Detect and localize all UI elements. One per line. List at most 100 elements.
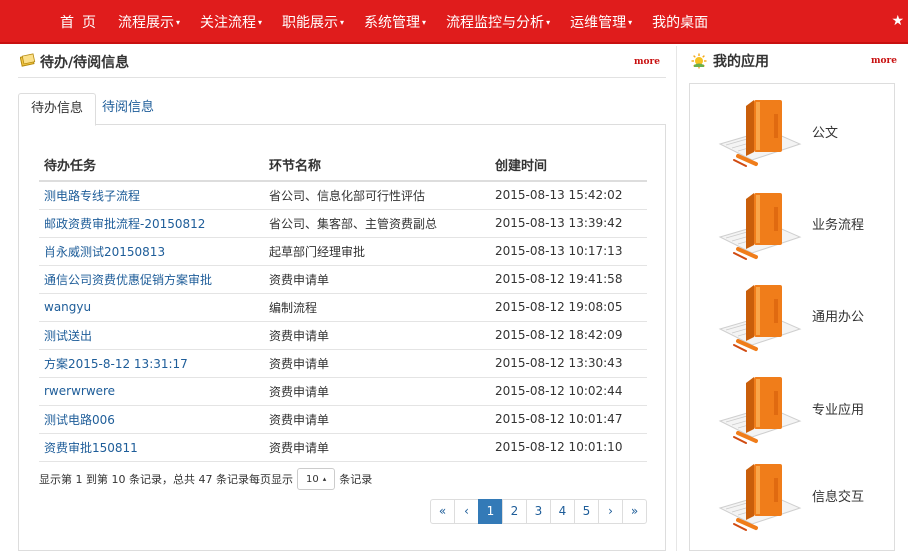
time-cell: 2015-08-12 19:08:05 xyxy=(490,293,647,322)
app-label[interactable]: 通用办公 xyxy=(812,306,864,325)
task-link[interactable]: 肖永威测试20150813 xyxy=(44,245,165,259)
nav-item-0[interactable]: 首页 xyxy=(50,12,104,32)
time-cell: 2015-08-12 10:01:10 xyxy=(490,433,647,462)
page-button-5[interactable]: 4 xyxy=(550,499,575,524)
page-button-0[interactable]: « xyxy=(430,499,455,524)
task-link[interactable]: rwerwrwere xyxy=(44,384,115,398)
task-cell: rwerwrwere xyxy=(39,377,264,406)
task-link[interactable]: wangyu xyxy=(44,300,91,314)
node-cell: 资费申请单 xyxy=(264,405,490,434)
nav-item-1[interactable]: 流程展示 ▾ xyxy=(118,12,180,32)
nav-item-2[interactable]: 关注流程 ▾ xyxy=(200,12,262,32)
tab-toread[interactable]: 待阅信息 xyxy=(90,93,166,125)
time-cell: 2015-08-13 13:39:42 xyxy=(490,209,647,238)
caret-down-icon: ▾ xyxy=(546,17,551,27)
tab-todo[interactable]: 待办信息 xyxy=(18,93,97,126)
nav-item-label: 运维管理 xyxy=(570,15,627,31)
task-cell: 测电路专线子流程 xyxy=(39,181,264,210)
todo-more-link[interactable]: more xyxy=(634,57,660,67)
apps-panel-title: 我的应用 xyxy=(713,54,769,70)
app-item-4[interactable] xyxy=(690,452,896,544)
caret-down-icon: ▾ xyxy=(340,17,345,27)
node-cell: 起草部门经理审批 xyxy=(264,237,490,266)
task-link[interactable]: 邮政资费审批流程-20150812 xyxy=(44,217,205,231)
page-size-select[interactable]: 10 ▴ xyxy=(296,468,336,490)
caret-up-icon: ▴ xyxy=(322,475,327,483)
nav-item-label: 系统管理 xyxy=(364,15,421,31)
time-cell: 2015-08-12 19:41:58 xyxy=(490,265,647,294)
notebook-icon xyxy=(20,53,36,67)
nav-item-label: 首页 xyxy=(60,15,104,31)
nav-item-label: 流程监控与分析 xyxy=(446,15,545,31)
todo-panel: 待办/待阅信息 more 待办信息 待阅信息 待办任务 环节名称 创建时间 测电… xyxy=(18,46,666,551)
task-cell: 通信公司资费优惠促销方案审批 xyxy=(39,265,264,294)
nav-item-3[interactable]: 职能展示 ▾ xyxy=(282,12,344,32)
page-button-4[interactable]: 3 xyxy=(526,499,551,524)
app-item-2[interactable] xyxy=(690,273,896,365)
app-item-3[interactable] xyxy=(690,365,896,457)
time-cell: 2015-08-12 18:42:09 xyxy=(490,321,647,350)
time-cell: 2015-08-12 10:02:44 xyxy=(490,377,647,406)
star-icon[interactable]: ★ xyxy=(891,13,904,29)
column-header-task[interactable]: 待办任务 xyxy=(39,149,264,182)
table-row: wangyu 编制流程 2015-08-12 19:08:05 xyxy=(39,293,647,322)
task-link[interactable]: 资费审批150811 xyxy=(44,441,138,455)
app-label[interactable]: 业务流程 xyxy=(812,214,864,233)
apps-panel-header: 我的应用 more xyxy=(677,46,908,78)
nav-item-6[interactable]: 运维管理 ▾ xyxy=(570,12,632,32)
top-nav: 首页 流程展示 ▾ 关注流程 ▾ 职能展示 ▾ 系统管理 ▾ 流程监控与分析 ▾ 运维管理 ▾ 我的桌面 … xyxy=(0,0,908,44)
book-icon xyxy=(718,464,802,531)
time-cell: 2015-08-12 13:30:43 xyxy=(490,349,647,378)
page-button-8[interactable]: » xyxy=(622,499,647,524)
nav-item-5[interactable]: 流程监控与分析 ▾ xyxy=(446,12,550,32)
apps-list: 公文业务流程通用办公专业应用信息交互 xyxy=(689,83,895,551)
time-cell: 2015-08-12 10:01:47 xyxy=(490,405,647,434)
table-row: 测电路专线子流程 省公司、信息化部可行性评估 2015-08-13 15:42:02 xyxy=(39,181,647,210)
caret-down-icon: ▾ xyxy=(176,17,181,27)
apps-panel: 我的应用 more 公文业务流程通用办公专业应用信息交互 xyxy=(676,46,908,551)
task-cell: 测试电路006 xyxy=(39,405,264,434)
task-cell: 肖永威测试20150813 xyxy=(39,237,264,266)
app-label[interactable]: 信息交互 xyxy=(812,486,864,505)
book-icon xyxy=(718,285,802,352)
todo-panel-header: 待办/待阅信息 more xyxy=(18,46,666,78)
nav-item-4[interactable]: 系统管理 ▾ xyxy=(364,12,426,32)
nav-item-7[interactable]: 我的桌面 xyxy=(652,12,708,32)
table-row: 肖永威测试20150813 起草部门经理审批 2015-08-13 10:17:13 xyxy=(39,237,647,266)
pagination: «‹ 1 2 3 4 5 ›» xyxy=(430,499,647,524)
column-header-node[interactable]: 环节名称 xyxy=(264,149,490,182)
node-cell: 省公司、集客部、主管资费副总 xyxy=(264,209,490,238)
task-link[interactable]: 测电路专线子流程 xyxy=(44,189,140,203)
node-cell: 资费申请单 xyxy=(264,377,490,406)
app-item-1[interactable] xyxy=(690,181,896,273)
table-header-row: 待办任务 环节名称 创建时间 xyxy=(39,149,647,182)
time-cell: 2015-08-13 10:17:13 xyxy=(490,237,647,266)
task-link[interactable]: 通信公司资费优惠促销方案审批 xyxy=(44,273,212,287)
app-item-0[interactable] xyxy=(690,88,896,180)
page-button-2[interactable]: 1 xyxy=(478,499,503,524)
todo-table: 待办任务 环节名称 创建时间 测电路专线子流程 省公司、信息化部可行性评估 2015… xyxy=(39,149,647,462)
task-link[interactable]: 方案2015-8-12 13:31:17 xyxy=(44,357,188,371)
table-row: 测试电路006 资费申请单 2015-08-12 10:01:47 xyxy=(39,405,647,434)
page-button-3[interactable]: 2 xyxy=(502,499,527,524)
task-link[interactable]: 测试送出 xyxy=(44,329,92,343)
pagination-info-suffix: 条记录 xyxy=(339,473,373,486)
table-row: 资费审批150811 资费申请单 2015-08-12 10:01:10 xyxy=(39,433,647,462)
app-label[interactable]: 专业应用 xyxy=(812,399,864,418)
app-label[interactable]: 公文 xyxy=(812,122,838,141)
page-button-7[interactable]: › xyxy=(598,499,623,524)
todo-tabs: 待办信息 待阅信息 xyxy=(18,93,666,126)
node-cell: 资费申请单 xyxy=(264,433,490,462)
task-cell: 方案2015-8-12 13:31:17 xyxy=(39,349,264,378)
todo-panel-title: 待办/待阅信息 xyxy=(40,55,130,71)
task-link[interactable]: 测试电路006 xyxy=(44,413,115,427)
todo-tab-body: 待办任务 环节名称 创建时间 测电路专线子流程 省公司、信息化部可行性评估 2015… xyxy=(18,124,666,551)
page-button-1[interactable]: ‹ xyxy=(454,499,479,524)
apps-more-link[interactable]: more xyxy=(871,56,897,66)
task-cell: 资费审批150811 xyxy=(39,433,264,462)
page-button-6[interactable]: 5 xyxy=(574,499,599,524)
nav-item-label: 职能展示 xyxy=(282,15,339,31)
column-header-time[interactable]: 创建时间 xyxy=(490,149,647,182)
time-cell: 2015-08-13 15:42:02 xyxy=(490,181,647,210)
caret-down-icon: ▾ xyxy=(422,17,427,27)
